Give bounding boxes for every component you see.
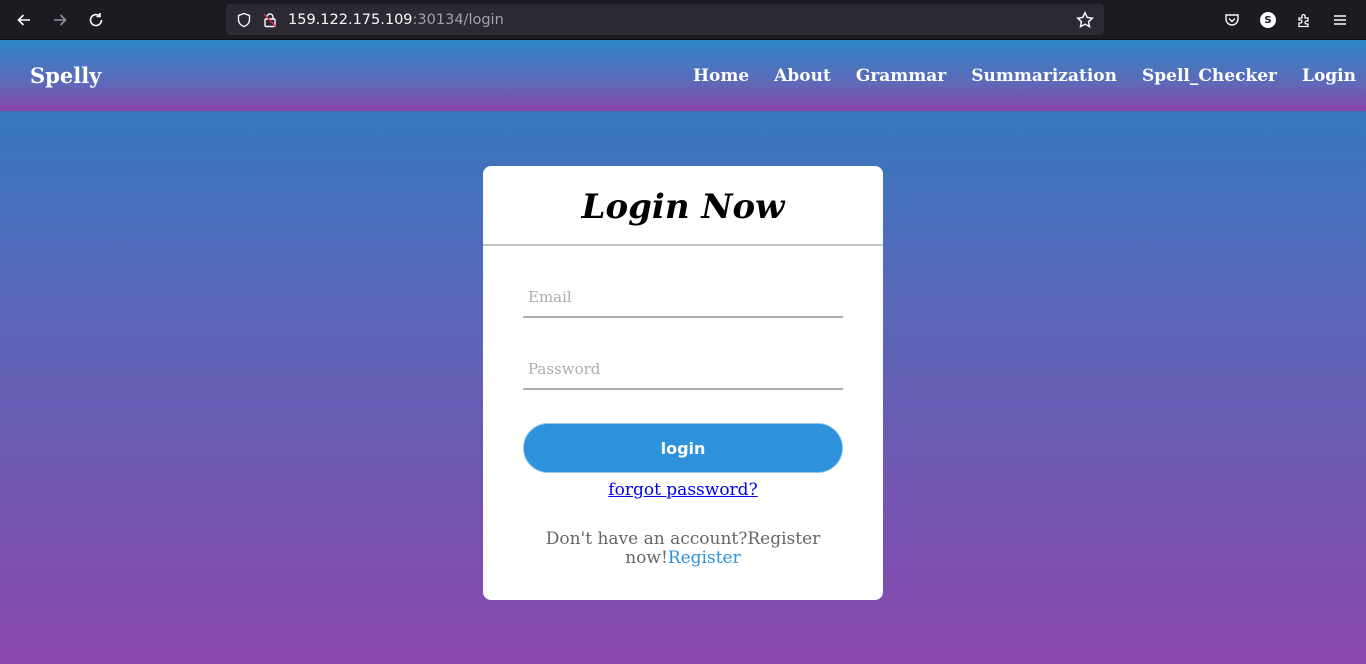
nav-link-summarization[interactable]: Summarization — [971, 66, 1117, 86]
menu-icon[interactable] — [1322, 4, 1358, 36]
forgot-password-row: forgot password? — [483, 480, 883, 500]
email-field[interactable] — [523, 278, 843, 318]
nav-link-about[interactable]: About — [774, 66, 831, 86]
url-host: 159.122.175.109 — [288, 11, 413, 28]
nav-link-home[interactable]: Home — [693, 66, 749, 86]
signup-prompt: Don't have an account?Register now!Regis… — [533, 530, 833, 568]
nav-link-spell-checker[interactable]: Spell_Checker — [1142, 66, 1277, 86]
site-navbar: Spelly Home About Grammar Summarization … — [0, 40, 1366, 111]
nav-link-grammar[interactable]: Grammar — [856, 66, 946, 86]
password-field[interactable] — [523, 350, 843, 390]
profile-avatar: S — [1260, 12, 1276, 28]
nav-menu: Home About Grammar Summarization Spell_C… — [668, 66, 1356, 86]
extensions-icon[interactable] — [1286, 4, 1322, 36]
register-link[interactable]: Register — [668, 548, 741, 568]
nav-link-login[interactable]: Login — [1302, 66, 1356, 86]
browser-toolbar: 159.122.175.109:30134/login S — [0, 0, 1366, 40]
reload-icon[interactable] — [80, 4, 112, 36]
page: Spelly Home About Grammar Summarization … — [0, 40, 1366, 664]
login-button[interactable]: login — [523, 423, 843, 473]
url-bar[interactable]: 159.122.175.109:30134/login — [226, 4, 1104, 35]
pocket-icon[interactable] — [1214, 4, 1250, 36]
url-path: :30134/login — [412, 11, 504, 28]
bookmark-star-icon[interactable] — [1076, 10, 1094, 29]
forgot-password-link[interactable]: forgot password? — [608, 480, 757, 500]
back-icon[interactable] — [8, 4, 40, 36]
account-icon[interactable]: S — [1250, 4, 1286, 36]
forward-icon[interactable] — [44, 4, 76, 36]
shield-icon[interactable] — [236, 12, 252, 28]
login-card: Login Now login forgot password? Don't h… — [483, 166, 883, 600]
login-title: Login Now — [483, 166, 883, 246]
brand-logo[interactable]: Spelly — [30, 63, 101, 88]
insecure-lock-icon[interactable] — [262, 12, 278, 28]
